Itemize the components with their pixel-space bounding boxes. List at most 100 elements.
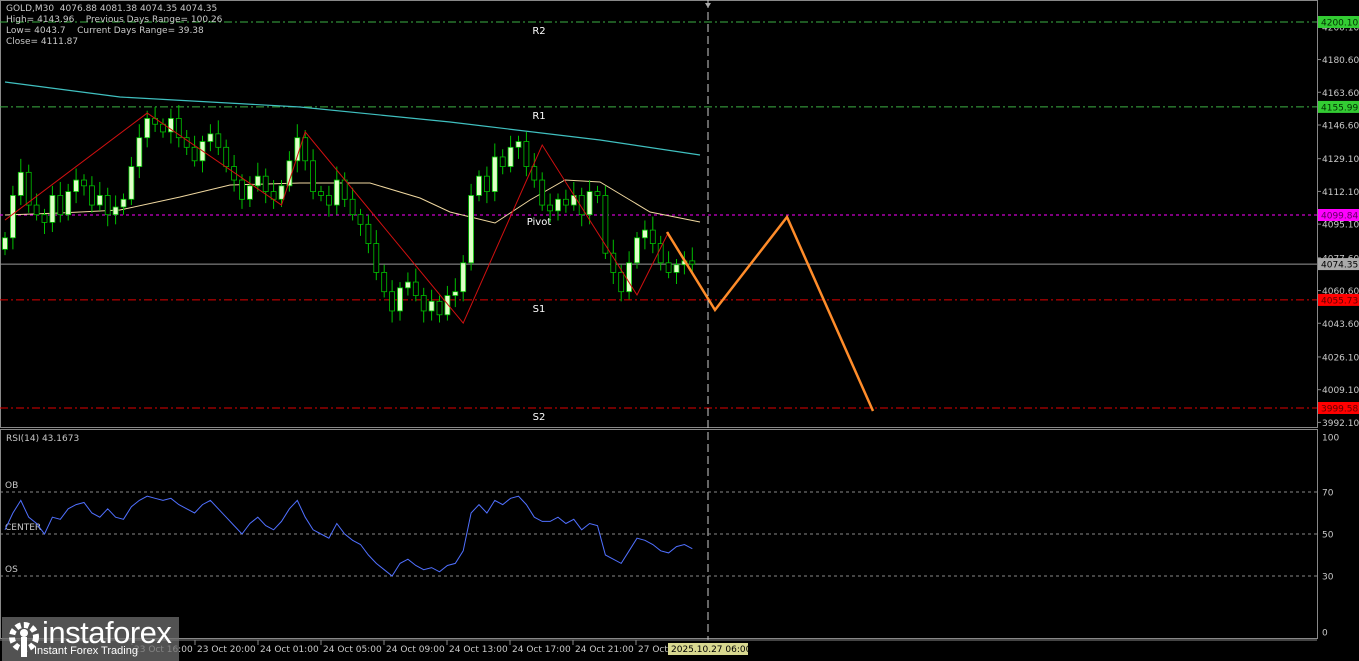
candle-body bbox=[58, 195, 63, 214]
candle-body bbox=[42, 215, 47, 223]
logo-tagline: Instant Forex Trading bbox=[34, 645, 138, 657]
low-value: Low= 4043.7 bbox=[6, 26, 66, 36]
zigzag-line bbox=[5, 113, 669, 323]
candle-body bbox=[508, 147, 513, 166]
price-tick-label: 4043.60 bbox=[1322, 320, 1359, 330]
candle-body bbox=[484, 176, 489, 191]
candle-body bbox=[366, 224, 371, 243]
price-tick-label: 4026.10 bbox=[1322, 353, 1359, 363]
candle-body bbox=[492, 157, 497, 192]
candle-body bbox=[311, 161, 316, 192]
price-tick-label: 3992.10 bbox=[1322, 419, 1359, 429]
candle-body bbox=[477, 176, 482, 195]
level-label-pivot: Pivot bbox=[527, 217, 552, 228]
candle-body bbox=[587, 192, 592, 215]
candle-body bbox=[516, 142, 521, 148]
rsi-level-label-center: CENTER bbox=[5, 523, 41, 533]
time-label: 24 Oct 13:00 bbox=[449, 645, 508, 655]
candle-body bbox=[208, 134, 213, 142]
candle-body bbox=[279, 186, 284, 199]
candle-body bbox=[145, 118, 150, 137]
level-badge-label: 4200.10 bbox=[1321, 19, 1358, 29]
price-chart[interactable]: R2R1PivotS1S24200.104180.604163.604146.6… bbox=[0, 0, 1359, 661]
candle-body bbox=[382, 272, 387, 291]
current-price-label: 4074.35 bbox=[1321, 261, 1358, 271]
current-range: Current Days Range= 39.38 bbox=[77, 26, 204, 36]
candle-body bbox=[334, 180, 339, 205]
candle-body bbox=[247, 186, 252, 199]
candle-body bbox=[303, 138, 308, 161]
candle-body bbox=[105, 195, 110, 214]
rsi-tick-label: 50 bbox=[1322, 531, 1334, 541]
candle-body bbox=[255, 176, 260, 186]
level-label-r2: R2 bbox=[532, 26, 545, 37]
candle-body bbox=[129, 167, 134, 200]
price-tick-label: 4163.60 bbox=[1322, 89, 1359, 99]
level-badge-label: 4099.84 bbox=[1321, 212, 1358, 222]
candle-body bbox=[445, 296, 450, 315]
shift-marker-icon bbox=[705, 3, 711, 8]
candle-body bbox=[89, 186, 94, 205]
price-tick-label: 4095.10 bbox=[1322, 221, 1359, 231]
candle-body bbox=[113, 207, 118, 215]
candle-body bbox=[26, 172, 31, 205]
price-tick-label: 4112.10 bbox=[1322, 188, 1359, 198]
forecast-line bbox=[667, 217, 873, 411]
rsi-label: RSI(14) 43.1673 bbox=[6, 434, 79, 444]
candle-body bbox=[50, 195, 55, 222]
rsi-tick-label: 100 bbox=[1322, 434, 1339, 444]
candle-body bbox=[635, 238, 640, 263]
candle-body bbox=[10, 195, 15, 237]
level-label-s1: S1 bbox=[533, 304, 546, 315]
level-badge-label: 3999.58 bbox=[1321, 405, 1358, 415]
candle-body bbox=[437, 301, 442, 314]
candle-body bbox=[642, 230, 647, 238]
candle-body bbox=[611, 253, 616, 272]
price-tick-label: 4129.10 bbox=[1322, 155, 1359, 165]
candle-body bbox=[666, 263, 671, 273]
level-label-s2: S2 bbox=[533, 412, 546, 423]
candle-body bbox=[326, 195, 331, 205]
candle-body bbox=[690, 261, 695, 264]
rsi-level-label-ob: OB bbox=[5, 481, 18, 491]
candle-body bbox=[358, 215, 363, 225]
crosshair-time-label: 2025.10.27 06:00 bbox=[671, 645, 752, 655]
level-label-r1: R1 bbox=[532, 111, 545, 122]
candle-body bbox=[532, 167, 537, 180]
candle-body bbox=[469, 195, 474, 262]
candle-body bbox=[421, 296, 426, 311]
time-label: 24 Oct 09:00 bbox=[386, 645, 445, 655]
candle-body bbox=[224, 147, 229, 166]
price-tick-label: 4180.60 bbox=[1322, 56, 1359, 66]
candle-body bbox=[216, 134, 221, 147]
candle-body bbox=[342, 180, 347, 199]
candle-body bbox=[405, 282, 410, 288]
close-value: Close= 4111.87 bbox=[6, 37, 222, 48]
symbol-line: GOLD,M30 4076.88 4081.38 4074.35 4074.35 bbox=[6, 4, 222, 15]
candle-body bbox=[3, 238, 8, 250]
instaforex-logo: instaforex Instant Forex Trading bbox=[2, 617, 179, 661]
high-value: High= 4143.96 bbox=[6, 15, 74, 25]
candle-body bbox=[674, 265, 679, 273]
time-label: 24 Oct 17:00 bbox=[512, 645, 571, 655]
rsi-tick-label: 70 bbox=[1322, 489, 1334, 499]
time-label: 23 Oct 20:00 bbox=[197, 645, 256, 655]
candle-body bbox=[413, 282, 418, 295]
candle-body bbox=[650, 230, 655, 243]
candle-body bbox=[121, 199, 126, 207]
candle-body bbox=[453, 292, 458, 296]
level-badge-label: 4055.73 bbox=[1321, 296, 1358, 306]
time-label: 24 Oct 01:00 bbox=[260, 645, 319, 655]
rsi-tick-label: 0 bbox=[1322, 629, 1328, 639]
candle-body bbox=[619, 272, 624, 291]
candle-body bbox=[97, 195, 102, 205]
candle-body bbox=[658, 244, 663, 263]
time-label: 24 Oct 21:00 bbox=[575, 645, 634, 655]
candle-body bbox=[350, 199, 355, 214]
chart-info: GOLD,M30 4076.88 4081.38 4074.35 4074.35… bbox=[6, 4, 222, 48]
candle-body bbox=[595, 192, 600, 196]
candle-body bbox=[627, 263, 632, 292]
time-label: 24 Oct 05:00 bbox=[323, 645, 382, 655]
candle-body bbox=[74, 180, 79, 192]
candle-body bbox=[390, 292, 395, 311]
